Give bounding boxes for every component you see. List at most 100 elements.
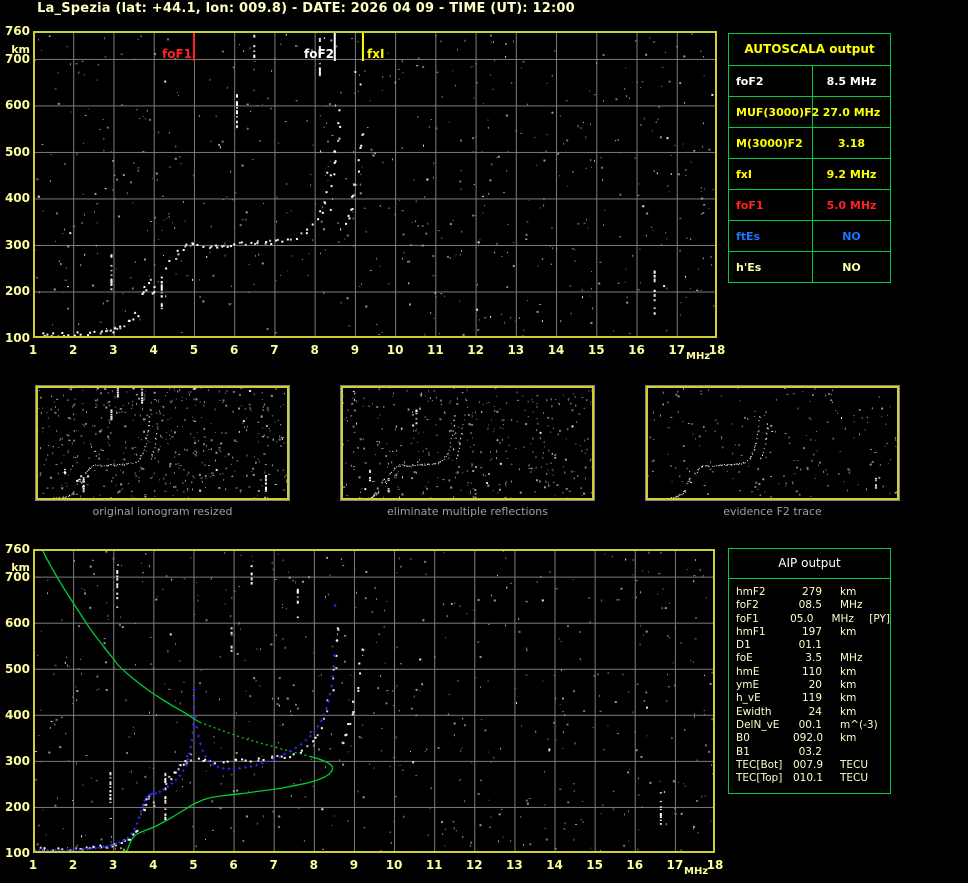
y-tick-label: 200 xyxy=(2,285,30,298)
station-title: La_Spezia (lat: +44.1, lon: 009.8) - DAT… xyxy=(0,1,612,16)
aip-unit: km xyxy=(840,626,882,639)
x-tick-label: 6 xyxy=(222,344,246,357)
y-tick-label: 400 xyxy=(2,709,30,722)
aip-value: 00.1 xyxy=(793,719,822,732)
autoscala-row: foF15.0 MHz xyxy=(729,190,890,221)
aip-row: TEC[Bot]007.9TECU xyxy=(736,759,890,772)
autoscala-param-value: 3.18 xyxy=(813,128,890,158)
aip-row: Ewidth24 km xyxy=(736,706,890,719)
autoscala-row: foF28.5 MHz xyxy=(729,66,890,97)
autoscala-param-label: MUF(3000)F2 xyxy=(729,97,813,127)
aip-row: DelN_vE00.1m^(-3) xyxy=(736,719,890,732)
aip-row: foE3.5MHz xyxy=(736,652,890,665)
autoscala-table-title: AUTOSCALA output xyxy=(729,34,890,66)
aip-label: h_vE xyxy=(736,692,793,705)
autoscala-param-value: 8.5 MHz xyxy=(813,66,890,96)
aip-value: 03.2 xyxy=(793,746,822,759)
aip-row: D101.1 xyxy=(736,639,890,652)
aip-value: 05.0 xyxy=(787,613,813,626)
thumbnail-caption: original ionogram resized xyxy=(35,505,290,518)
x-tick-label: 1 xyxy=(21,344,45,357)
x-tick-label: 16 xyxy=(623,859,647,872)
x-tick-label: 6 xyxy=(222,859,246,872)
aip-row: B0092.0km xyxy=(736,732,890,745)
autoscala-row: ftEsNO xyxy=(729,221,890,252)
thumbnail-canvas xyxy=(646,386,899,500)
x-tick-label: 4 xyxy=(142,344,166,357)
aip-value: 197 xyxy=(793,626,822,639)
aip-row: h_vE119km xyxy=(736,692,890,705)
thumbnail-evidence-f2 xyxy=(645,385,900,501)
aip-row: hmF2279km xyxy=(736,586,890,599)
aip-unit: km xyxy=(840,586,882,599)
x-tick-label: 15 xyxy=(584,344,608,357)
y-axis-unit-label: km xyxy=(2,43,30,56)
aip-unit: m^(-3) xyxy=(840,719,882,732)
aip-label: foF2 xyxy=(736,599,793,612)
aip-label: foE xyxy=(736,652,793,665)
aip-label: Ewidth xyxy=(736,706,793,719)
y-tick-label: 100 xyxy=(2,332,30,345)
x-tick-label: 13 xyxy=(502,859,526,872)
autoscala-param-label: h'Es xyxy=(729,252,813,282)
thumbnail-canvas xyxy=(36,386,289,500)
autoscala-param-value: NO xyxy=(813,252,890,282)
x-tick-label: 14 xyxy=(544,344,568,357)
aip-value: 01.1 xyxy=(793,639,822,652)
aip-unit: MHz xyxy=(840,599,882,612)
thumbnail-caption: evidence F2 trace xyxy=(645,505,900,518)
aip-label: B1 xyxy=(736,746,793,759)
x-tick-label: 2 xyxy=(61,859,85,872)
aip-label: hmE xyxy=(736,666,793,679)
aip-label: TEC[Top] xyxy=(736,772,793,785)
y-tick-label: 760 xyxy=(2,543,30,556)
autoscala-param-label: foF1 xyxy=(729,190,813,220)
aip-unit: km xyxy=(840,732,882,745)
autoscala-param-label: foF2 xyxy=(729,66,813,96)
thumbnail-canvas xyxy=(341,386,594,500)
aip-row: hmF1197 km xyxy=(736,626,890,639)
aip-unit: km xyxy=(840,706,882,719)
autoscala-param-label: ftEs xyxy=(729,221,813,251)
y-tick-label: 100 xyxy=(2,847,30,860)
aip-row: B103.2 xyxy=(736,746,890,759)
y-tick-label: 600 xyxy=(2,617,30,630)
autoscala-param-value: NO xyxy=(813,221,890,251)
x-tick-label: 12 xyxy=(464,344,488,357)
aip-label: D1 xyxy=(736,639,793,652)
autoscala-row: M(3000)F23.18 xyxy=(729,128,890,159)
aip-label: foF1 xyxy=(736,613,787,626)
x-tick-label: 7 xyxy=(262,344,286,357)
aip-value: 110 xyxy=(793,666,822,679)
x-tick-label: 4 xyxy=(141,859,165,872)
aip-label: hmF2 xyxy=(736,586,793,599)
aip-unit: MHz xyxy=(831,613,869,626)
autoscala-param-value: 5.0 MHz xyxy=(813,190,890,220)
aip-label: B0 xyxy=(736,732,793,745)
aip-value: 24 xyxy=(793,706,822,719)
x-tick-label: 16 xyxy=(625,344,649,357)
aip-extra: [PY] xyxy=(869,613,890,626)
x-axis-unit-label: MHz xyxy=(684,866,708,877)
x-tick-label: 12 xyxy=(462,859,486,872)
x-tick-label: 3 xyxy=(101,859,125,872)
y-tick-label: 300 xyxy=(2,755,30,768)
aip-row: foF208.5MHz xyxy=(736,599,890,612)
x-tick-label: 14 xyxy=(543,859,567,872)
aip-value: 20 xyxy=(793,679,822,692)
aip-unit: km xyxy=(840,679,882,692)
aip-row: hmE110km xyxy=(736,666,890,679)
aip-label: hmF1 xyxy=(736,626,793,639)
x-tick-label: 11 xyxy=(422,859,446,872)
thumbnail-original-ionogram xyxy=(35,385,290,501)
y-tick-label: 400 xyxy=(2,192,30,205)
thumbnail-caption: eliminate multiple reflections xyxy=(340,505,595,518)
x-tick-label: 7 xyxy=(262,859,286,872)
autoscala-param-label: fxI xyxy=(729,159,813,189)
x-tick-label: 8 xyxy=(303,344,327,357)
autoscala-row: MUF(3000)F227.0 MHz xyxy=(729,97,890,128)
aip-value: 007.9 xyxy=(793,759,822,772)
x-tick-label: 3 xyxy=(101,344,125,357)
aip-unit xyxy=(840,639,882,652)
x-tick-label: 10 xyxy=(383,344,407,357)
